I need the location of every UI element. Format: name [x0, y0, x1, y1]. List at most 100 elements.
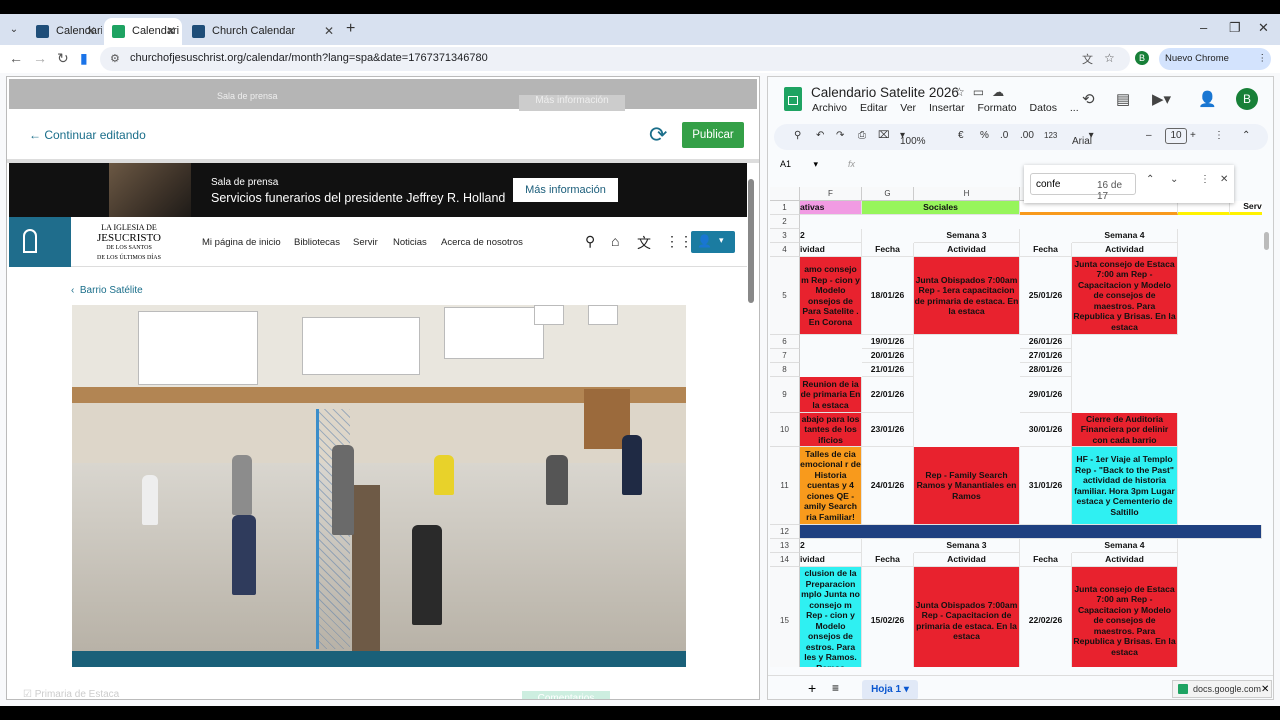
row-header[interactable]: 7	[770, 349, 800, 363]
search-icon[interactable]: ⚲	[585, 233, 595, 250]
sheet-cell[interactable]: Talles de cia emocional r de Historia cu…	[800, 447, 862, 525]
vertical-scrollbar[interactable]	[1264, 232, 1269, 250]
cloud-status-icon[interactable]: ☁	[992, 85, 1012, 99]
sheet-cell[interactable]: HF - 1er Viaje al Templo Rep - "Back to …	[1072, 447, 1178, 525]
sheet-cell[interactable]: Sociales	[862, 201, 1020, 215]
sheet-cell[interactable]: Junta Obispados 7:00am Rep - Capacitacio…	[914, 567, 1020, 667]
row-header[interactable]: 15	[770, 567, 800, 667]
sheet-cell[interactable]: Reunion de ia de primaria En la estaca	[800, 377, 862, 413]
row-header[interactable]: 5	[770, 257, 800, 335]
row-header[interactable]: 12	[770, 525, 800, 539]
collapse-toolbar-icon[interactable]: ⌃	[1242, 130, 1250, 141]
name-box[interactable]: A1 ▾	[780, 159, 818, 170]
sheet-cell[interactable]: Rep - Family Search Ramos y Manantiales …	[914, 447, 1020, 525]
menu-insertar[interactable]: Insertar	[929, 102, 965, 114]
sheet-cell[interactable]: ativas	[800, 201, 862, 215]
tab-calendar-sheets[interactable]: Calendari ✕	[104, 18, 182, 45]
decrease-decimal-button[interactable]: .0	[1000, 130, 1008, 141]
more-tools-icon[interactable]: ⋮	[1214, 130, 1224, 141]
sheet-cell[interactable]: Fecha	[1020, 243, 1072, 257]
site-info-icon[interactable]: ⚙	[110, 52, 120, 65]
breadcrumb[interactable]: ‹ Barrio Satélite	[71, 285, 143, 296]
row-header[interactable]: 14	[770, 553, 800, 567]
more-info-button[interactable]: Más información	[513, 178, 618, 202]
sheet-cell[interactable]	[1178, 201, 1230, 215]
comments-icon[interactable]: ▤	[1116, 90, 1130, 108]
sheet-cell[interactable]: Junta consejo de Estaca 7:00 am Rep - Ca…	[1072, 257, 1178, 335]
print-icon[interactable]: ⎙	[858, 130, 866, 141]
sheet-cell[interactable]: Actividad	[1072, 243, 1178, 257]
sheet-cell[interactable]: 15/02/26	[862, 567, 914, 667]
tab-church-calendar[interactable]: Church Calendar ✕	[184, 18, 340, 45]
move-folder-icon[interactable]: ▭	[973, 85, 992, 99]
row-header[interactable]: 2	[770, 215, 800, 229]
nav-about[interactable]: Acerca de nosotros	[441, 237, 523, 248]
sheet-tab[interactable]: Hoja 1 ▾	[862, 680, 918, 699]
zoom-select[interactable]: 100% ▾	[900, 130, 926, 147]
tab-calendar-1[interactable]: Calendari ✕	[28, 18, 102, 45]
account-avatar[interactable]: B	[1236, 88, 1258, 110]
sheet-cell[interactable]: 26/01/26	[1020, 335, 1072, 349]
row-header[interactable]: 13	[770, 539, 800, 553]
sheet-cell[interactable]: Actividad	[1072, 553, 1178, 567]
find-input[interactable]: confe 16 de 17	[1030, 173, 1136, 202]
news-headline[interactable]: Servicios funerarios del presidente Jeff…	[211, 191, 505, 205]
corner-header[interactable]	[770, 187, 800, 201]
sheet-cell[interactable]: 18/01/26	[862, 257, 914, 335]
minimize-icon[interactable]: –	[1200, 20, 1207, 35]
menu-archivo[interactable]: Archivo	[812, 102, 847, 114]
sheet-cell[interactable]: Semana 3	[914, 229, 1020, 243]
close-icon[interactable]: ✕	[749, 699, 758, 700]
sheet-cell[interactable]: Junta consejo de Estaca 7:00 am Rep - Ca…	[1072, 567, 1178, 667]
sheet-cell[interactable]: 27/01/26	[1020, 349, 1072, 363]
find-options-icon[interactable]: ⋮	[1200, 174, 1210, 185]
sheet-cell[interactable]: 29/01/26	[1020, 377, 1072, 413]
reload-icon[interactable]: ↻	[57, 50, 69, 67]
sync-icon[interactable]: ⟳	[649, 122, 667, 148]
sheet-cell[interactable]: 24/01/26	[862, 447, 914, 525]
sheet-cell[interactable]: Fecha	[862, 553, 914, 567]
column-header[interactable]: G	[862, 187, 914, 201]
new-tab-plus-icon[interactable]: +	[346, 20, 355, 38]
chrome-update-button[interactable]: Nuevo Chrome disponible ⋮	[1159, 48, 1271, 86]
sheet-cell[interactable]: 20/01/26	[862, 349, 914, 363]
all-sheets-menu-icon[interactable]: ≡	[832, 681, 839, 695]
translate-icon[interactable]: 文	[1082, 51, 1093, 67]
sheet-cell[interactable]: 22/01/26	[862, 377, 914, 413]
more-menu-icon[interactable]: ⋮	[1258, 48, 1268, 70]
number-format-button[interactable]: 123	[1044, 131, 1057, 140]
menu-editar[interactable]: Editar	[860, 102, 887, 114]
row-header[interactable]: 11	[770, 447, 800, 525]
row-header[interactable]: 10	[770, 413, 800, 447]
close-icon[interactable]: ✕	[86, 18, 96, 45]
font-size-input[interactable]: 10	[1165, 128, 1187, 144]
nav-news[interactable]: Noticias	[393, 237, 427, 248]
sheet-cell[interactable]: Fecha	[862, 243, 914, 257]
percent-format-button[interactable]: %	[980, 130, 989, 141]
find-prev-icon[interactable]: ⌃	[1146, 174, 1154, 185]
address-bar[interactable]: ⚙ churchofjesuschrist.org/calendar/month…	[100, 47, 1130, 71]
close-icon[interactable]: ✕	[324, 18, 334, 45]
apps-grid-icon[interactable]: ⋮⋮	[665, 233, 693, 250]
restore-icon[interactable]: ❐	[1229, 20, 1241, 36]
sheet-cell[interactable]: 19/01/26	[862, 335, 914, 349]
paint-format-icon[interactable]: ⌧	[878, 130, 890, 141]
sheet-cell[interactable]: Semana 3	[914, 539, 1020, 553]
sheet-cell[interactable]: Semana 4	[1072, 229, 1178, 243]
spreadsheet-grid[interactable]: F G H 1 2 3 4 5 6 7 8 9 10 11 12 13 14 15 ativas Sociales Se…	[770, 187, 1262, 667]
menu-ver[interactable]: Ver	[900, 102, 916, 114]
column-header[interactable]: H	[914, 187, 1020, 201]
sheet-cell[interactable]: Actividad	[914, 243, 1020, 257]
sheet-cell[interactable]: Cierre de Auditoria Financiera por delin…	[1072, 413, 1178, 447]
nav-serve[interactable]: Servir	[353, 237, 378, 248]
sheet-cell[interactable]	[800, 525, 1262, 539]
sheet-cell[interactable]: Fecha	[1020, 553, 1072, 567]
font-size-minus-icon[interactable]: –	[1146, 130, 1152, 141]
bookmark-star-icon[interactable]: ☆	[1104, 51, 1115, 65]
version-history-icon[interactable]: ⟲	[1082, 90, 1095, 108]
row-header[interactable]: 4	[770, 243, 800, 257]
undo-icon[interactable]: ↶	[816, 130, 824, 141]
document-title[interactable]: Calendario Satelite 2026	[811, 85, 959, 100]
continue-editing-link[interactable]: ← Continuar editando	[29, 128, 146, 142]
menu-formato[interactable]: Formato	[978, 102, 1017, 114]
